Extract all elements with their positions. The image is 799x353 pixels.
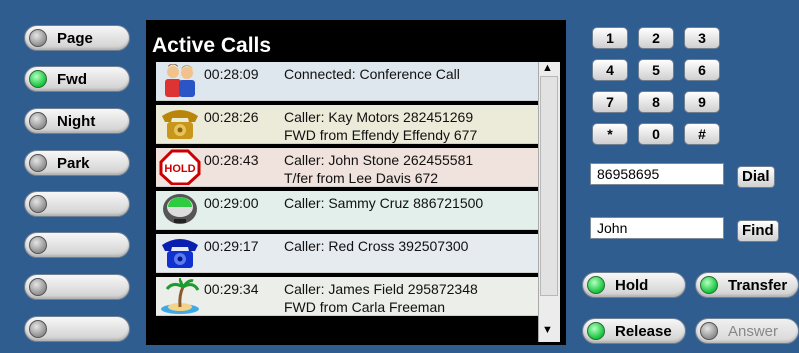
island-icon <box>161 278 200 314</box>
call-row[interactable]: HOLD 00:28:43 Caller: John Stone 2624555… <box>156 148 538 187</box>
status-led-icon <box>29 70 47 88</box>
call-line2: FWD from Effendy Effendy 677 <box>284 127 478 143</box>
hold-sign-icon: HOLD <box>159 149 201 185</box>
hold-button-label: Hold <box>615 277 649 294</box>
keypad-key[interactable]: 8 <box>638 91 674 113</box>
status-led-icon <box>700 276 718 294</box>
keypad-key[interactable]: 9 <box>684 91 720 113</box>
left-button-fwd[interactable]: Fwd <box>24 66 130 92</box>
left-button-8[interactable] <box>24 316 130 342</box>
release-button-label: Release <box>615 323 672 340</box>
status-led-icon <box>29 320 47 338</box>
transfer-button[interactable]: Transfer <box>695 272 799 298</box>
status-led-icon <box>29 278 47 296</box>
status-led-icon <box>29 29 47 47</box>
scroll-down-icon[interactable]: ▼ <box>542 324 553 336</box>
call-row[interactable]: 00:28:09 Connected: Conference Call <box>156 62 538 101</box>
call-time: 00:29:00 <box>204 195 259 211</box>
keypad-key[interactable]: 2 <box>638 27 674 49</box>
phone-ringing-icon <box>162 110 198 139</box>
call-list: 00:28:09 Connected: Conference Call 00:2… <box>156 62 538 342</box>
status-led-icon <box>29 236 47 254</box>
find-name-field[interactable]: John <box>590 217 724 239</box>
conference-icon <box>165 64 195 97</box>
call-row[interactable]: 00:28:26 Caller: Kay Motors 282451269 FW… <box>156 105 538 144</box>
left-button-6[interactable] <box>24 232 130 258</box>
dial-button[interactable]: Dial <box>737 166 775 188</box>
call-time: 00:28:09 <box>204 66 259 82</box>
call-line1: Caller: Sammy Cruz 886721500 <box>284 195 484 211</box>
parking-meter-icon <box>163 194 197 224</box>
call-line1: Caller: Red Cross 392507300 <box>284 238 469 254</box>
panel-title: Active Calls <box>152 34 272 57</box>
keypad-key[interactable]: 3 <box>684 27 720 49</box>
status-led-icon <box>587 322 605 340</box>
keypad-key[interactable]: 6 <box>684 59 720 81</box>
call-time: 00:29:17 <box>204 238 259 254</box>
call-time: 00:28:43 <box>204 152 259 168</box>
call-line1: Caller: James Field 295872348 <box>284 281 478 297</box>
call-time: 00:29:34 <box>204 281 259 297</box>
active-calls-panel: Active Calls 00:28:09 Connected: Confere… <box>146 20 566 345</box>
status-led-icon <box>29 112 47 130</box>
keypad-key[interactable]: # <box>684 123 720 145</box>
keypad-key[interactable]: 5 <box>638 59 674 81</box>
call-row[interactable]: 00:29:17 Caller: Red Cross 392507300 <box>156 234 538 273</box>
call-line1: Connected: Conference Call <box>284 66 460 82</box>
call-line2: T/fer from Lee Davis 672 <box>284 170 439 186</box>
keypad-key[interactable]: 4 <box>592 59 628 81</box>
left-button-night[interactable]: Night <box>24 108 130 134</box>
call-line2: FWD from Carla Freeman <box>284 299 446 315</box>
left-button-5[interactable] <box>24 191 130 217</box>
call-list-scrollbar[interactable]: ▲ ▼ <box>538 62 560 342</box>
call-line1: Caller: John Stone 262455581 <box>284 152 474 168</box>
svg-text:HOLD: HOLD <box>164 163 195 175</box>
call-row[interactable]: 00:29:34 Caller: James Field 295872348 F… <box>156 277 538 316</box>
scroll-up-icon[interactable]: ▲ <box>542 62 553 74</box>
keypad-key[interactable]: 0 <box>638 123 674 145</box>
status-led-icon <box>29 154 47 172</box>
left-button-label: Park <box>57 155 90 172</box>
left-button-7[interactable] <box>24 274 130 300</box>
left-button-label: Night <box>57 113 96 130</box>
scroll-thumb[interactable] <box>540 76 558 296</box>
status-led-icon <box>587 276 605 294</box>
status-led-icon <box>700 322 718 340</box>
dial-number-field[interactable]: 86958695 <box>590 163 724 185</box>
answer-button[interactable]: Answer <box>695 318 799 344</box>
keypad-key[interactable]: * <box>592 123 628 145</box>
hold-button[interactable]: Hold <box>582 272 686 298</box>
left-button-park[interactable]: Park <box>24 150 130 176</box>
call-row[interactable]: 00:29:00 Caller: Sammy Cruz 886721500 <box>156 191 538 230</box>
status-led-icon <box>29 195 47 213</box>
answer-button-label: Answer <box>728 323 779 340</box>
transfer-button-label: Transfer <box>728 277 788 294</box>
keypad-key[interactable]: 1 <box>592 27 628 49</box>
call-time: 00:28:26 <box>204 109 259 125</box>
left-button-label: Page <box>57 30 93 47</box>
release-button[interactable]: Release <box>582 318 686 344</box>
call-line1: Caller: Kay Motors 282451269 <box>284 109 474 125</box>
left-button-page[interactable]: Page <box>24 25 130 51</box>
keypad-key[interactable]: 7 <box>592 91 628 113</box>
find-button[interactable]: Find <box>737 220 779 242</box>
blue-phone-icon <box>162 239 198 268</box>
left-button-label: Fwd <box>57 71 87 88</box>
